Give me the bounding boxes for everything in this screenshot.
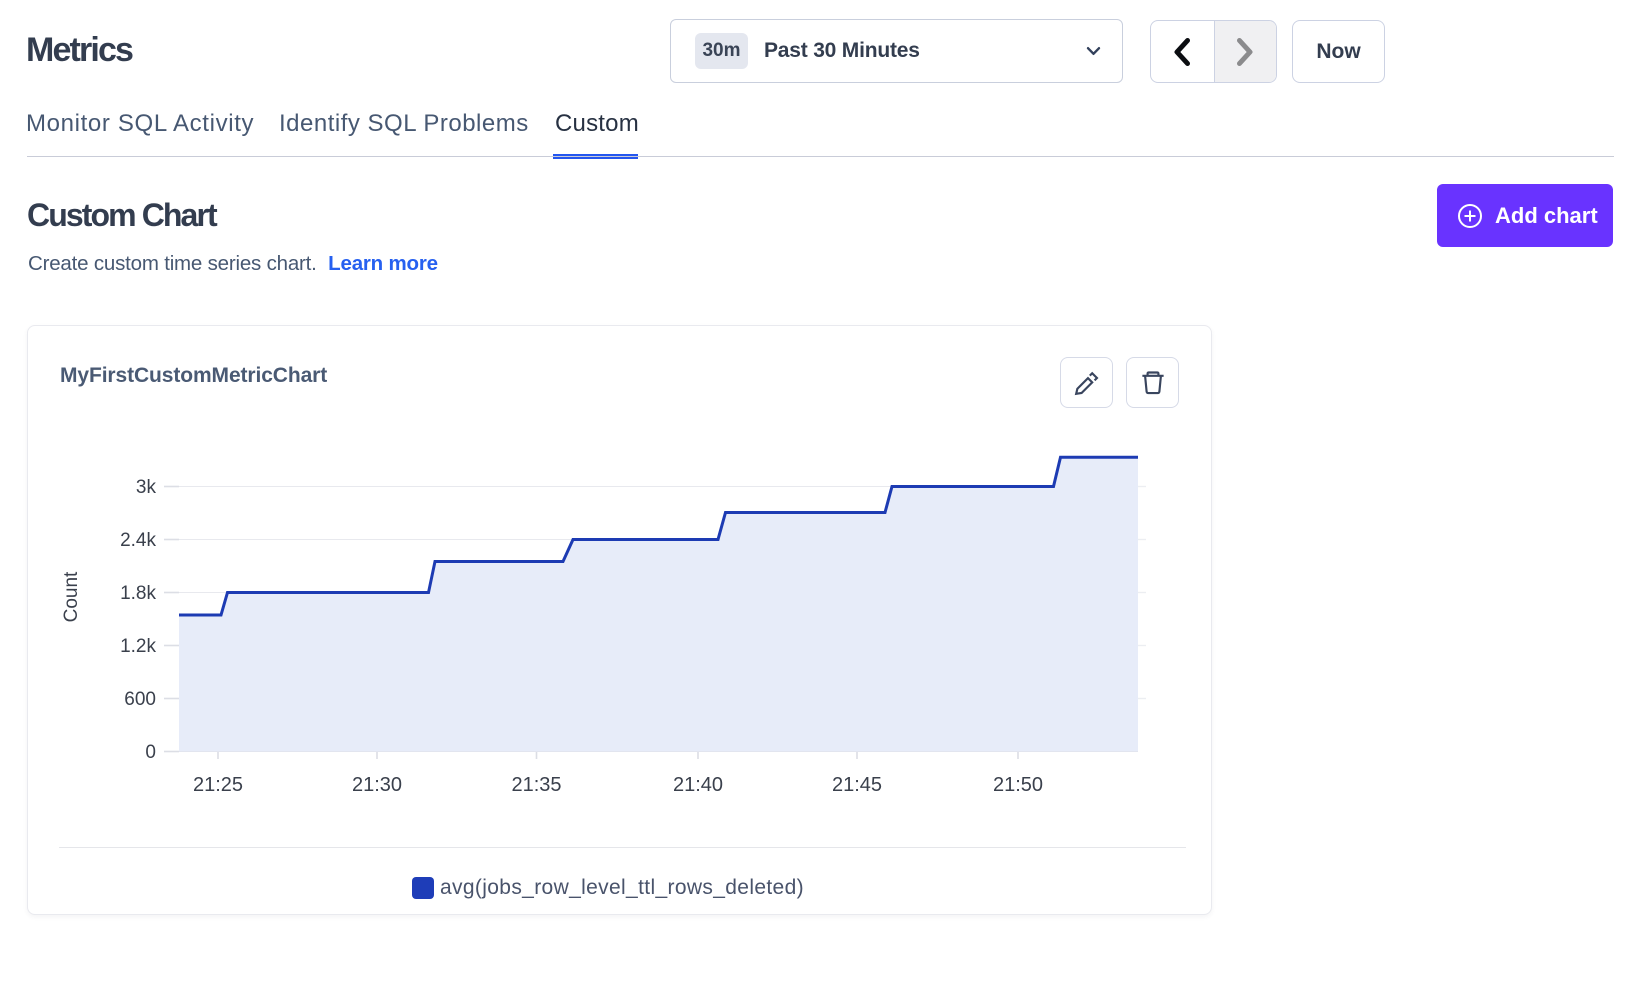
svg-text:3k: 3k — [136, 477, 157, 498]
svg-text:21:35: 21:35 — [511, 774, 561, 796]
svg-text:2.4k: 2.4k — [120, 530, 156, 551]
svg-text:Count: Count — [61, 571, 82, 622]
svg-text:21:30: 21:30 — [352, 774, 402, 796]
svg-text:21:45: 21:45 — [832, 774, 882, 796]
svg-text:0: 0 — [145, 742, 156, 763]
svg-text:21:40: 21:40 — [673, 774, 723, 796]
svg-text:21:25: 21:25 — [193, 774, 243, 796]
svg-text:21:50: 21:50 — [993, 774, 1043, 796]
svg-text:600: 600 — [124, 689, 156, 710]
svg-text:1.8k: 1.8k — [120, 583, 156, 604]
svg-text:1.2k: 1.2k — [120, 636, 156, 657]
